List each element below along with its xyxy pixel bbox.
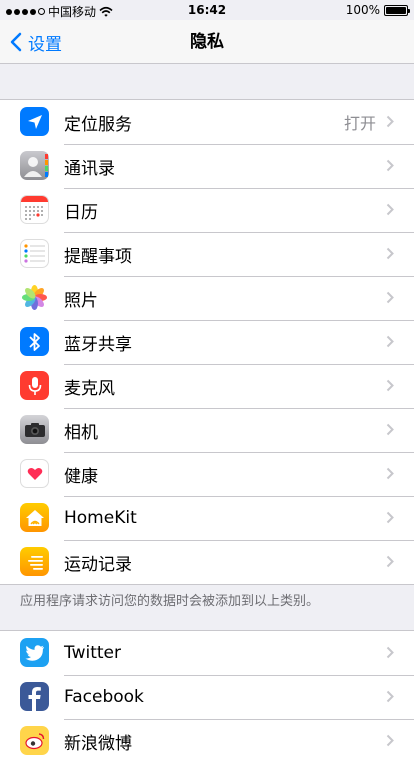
social-accounts-list: Twitter Facebook 新浪微博: [0, 630, 414, 763]
chevron-right-icon: [386, 247, 394, 260]
chevron-right-icon: [386, 115, 394, 128]
row-label: 麦克风: [64, 378, 115, 399]
row-label: 健康: [64, 466, 98, 487]
row-label: Twitter: [64, 643, 121, 663]
contacts-icon: [20, 151, 49, 180]
camera-icon: [20, 415, 49, 444]
row-label: 提醒事项: [64, 246, 132, 267]
microphone-icon: [20, 371, 49, 400]
photos-icon: [20, 283, 49, 312]
row-label: 新浪微博: [64, 733, 132, 754]
chevron-right-icon: [386, 291, 394, 304]
status-bar: 中国移动 16:42 100%: [0, 0, 414, 20]
reminders-icon: [20, 239, 49, 268]
row-calendars[interactable]: 日历: [0, 188, 414, 232]
status-right: 100%: [345, 3, 410, 17]
row-twitter[interactable]: Twitter: [0, 631, 414, 675]
page-title: 隐私: [190, 32, 224, 52]
row-homekit[interactable]: HomeKit: [0, 496, 414, 540]
privacy-list: 定位服务 打开 通讯录 日历 提醒事项 照片 蓝牙共享 麦克风 相机 健康 Ho…: [0, 99, 414, 585]
row-contacts[interactable]: 通讯录: [0, 144, 414, 188]
row-label: 通讯录: [64, 158, 115, 179]
row-label: 定位服务: [64, 114, 132, 135]
row-microphone[interactable]: 麦克风: [0, 364, 414, 408]
row-location-services[interactable]: 定位服务 打开: [0, 100, 414, 144]
row-label: 照片: [64, 290, 98, 311]
row-facebook[interactable]: Facebook: [0, 675, 414, 719]
row-weibo[interactable]: 新浪微博: [0, 719, 414, 763]
chevron-right-icon: [386, 203, 394, 216]
row-label: 相机: [64, 422, 98, 443]
section-footer-note: 应用程序请求访问您的数据时会被添加到以上类别。: [20, 594, 320, 609]
chevron-right-icon: [386, 423, 394, 436]
chevron-right-icon: [386, 159, 394, 172]
bluetooth-icon: [20, 327, 49, 356]
row-camera[interactable]: 相机: [0, 408, 414, 452]
chevron-right-icon: [386, 555, 394, 568]
row-motion-activity[interactable]: 运动记录: [0, 540, 414, 584]
row-reminders[interactable]: 提醒事项: [0, 232, 414, 276]
chevron-right-icon: [386, 690, 394, 703]
row-label: 运动记录: [64, 554, 132, 575]
chevron-right-icon: [386, 467, 394, 480]
homekit-icon: [20, 503, 49, 532]
row-health[interactable]: 健康: [0, 452, 414, 496]
motion-activity-icon: [20, 547, 49, 576]
chevron-right-icon: [386, 335, 394, 348]
row-label: Facebook: [64, 687, 144, 707]
weibo-icon: [20, 726, 49, 755]
navigation-bar: 设置 隐私: [0, 20, 414, 64]
row-value: 打开: [343, 114, 376, 133]
row-label: 日历: [64, 202, 98, 223]
battery-percent: 100%: [345, 3, 380, 17]
row-bluetooth-sharing[interactable]: 蓝牙共享: [0, 320, 414, 364]
twitter-icon: [20, 638, 49, 667]
battery-icon: [384, 4, 410, 16]
chevron-right-icon: [386, 511, 394, 524]
row-label: 蓝牙共享: [64, 334, 132, 355]
row-photos[interactable]: 照片: [0, 276, 414, 320]
location-arrow-icon: [20, 107, 49, 136]
row-label: HomeKit: [64, 508, 137, 528]
chevron-right-icon: [386, 379, 394, 392]
chevron-right-icon: [386, 646, 394, 659]
health-heart-icon: [20, 459, 49, 488]
calendar-icon: [20, 195, 49, 224]
facebook-icon: [20, 682, 49, 711]
